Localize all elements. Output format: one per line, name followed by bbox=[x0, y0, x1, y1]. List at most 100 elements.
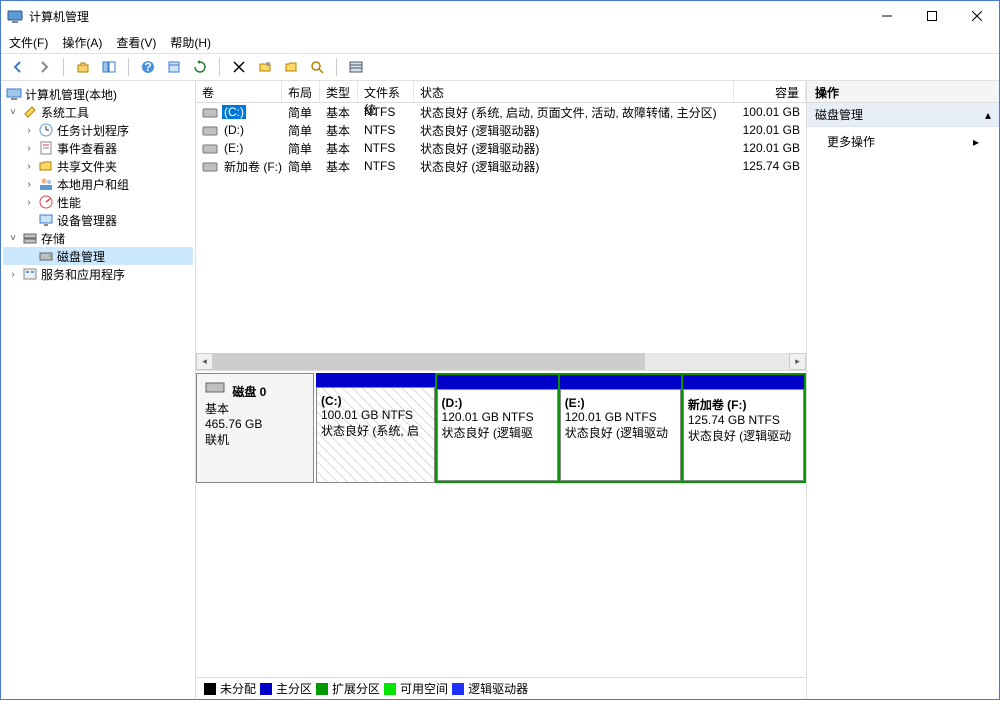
partition-d[interactable]: (D:) 120.01 GB NTFS 状态良好 (逻辑驱 bbox=[437, 375, 558, 481]
computer-management-window: 计算机管理 文件(F) 操作(A) 查看(V) 帮助(H) ? bbox=[0, 0, 1000, 700]
partition-header bbox=[560, 375, 681, 389]
device-icon bbox=[38, 212, 54, 228]
partition-header bbox=[316, 373, 435, 387]
refresh-button[interactable] bbox=[189, 56, 211, 78]
open-button[interactable] bbox=[280, 56, 302, 78]
tree-system-tools[interactable]: ˅ 系统工具 bbox=[3, 103, 193, 121]
legend-free: 可用空间 bbox=[400, 680, 448, 697]
settings-button[interactable] bbox=[254, 56, 276, 78]
collapse-icon[interactable]: ˅ bbox=[7, 107, 19, 118]
extended-partition-container: (D:) 120.01 GB NTFS 状态良好 (逻辑驱 (E:) bbox=[435, 373, 806, 483]
navigation-tree[interactable]: 计算机管理(本地) ˅ 系统工具 › 任务计划程序 › 事件查看器 › 共享文件… bbox=[1, 81, 196, 699]
disk-info[interactable]: 磁盘 0 基本 465.76 GB 联机 bbox=[196, 373, 314, 483]
expand-icon[interactable]: › bbox=[23, 143, 35, 154]
clock-icon bbox=[38, 122, 54, 138]
column-layout[interactable]: 布局 bbox=[282, 81, 320, 102]
tree-services-apps[interactable]: › 服务和应用程序 bbox=[3, 265, 193, 283]
partition-name: (C:) bbox=[321, 394, 430, 408]
expand-icon[interactable]: › bbox=[23, 197, 35, 208]
disk-row[interactable]: 磁盘 0 基本 465.76 GB 联机 (C:) 100.01 bbox=[196, 373, 806, 483]
list-view-button[interactable] bbox=[345, 56, 367, 78]
menu-file[interactable]: 文件(F) bbox=[9, 34, 48, 51]
disk-icon bbox=[38, 248, 54, 264]
tree-storage[interactable]: ˅ 存储 bbox=[3, 229, 193, 247]
up-button[interactable] bbox=[72, 56, 94, 78]
volume-row[interactable]: (D:)简单基本NTFS状态良好 (逻辑驱动器)120.01 GB bbox=[196, 121, 806, 139]
menu-help[interactable]: 帮助(H) bbox=[170, 34, 211, 51]
expand-icon[interactable]: › bbox=[23, 161, 35, 172]
delete-button[interactable] bbox=[228, 56, 250, 78]
find-button[interactable] bbox=[306, 56, 328, 78]
column-volume[interactable]: 卷 bbox=[196, 81, 282, 102]
disk-type: 基本 bbox=[205, 400, 305, 417]
main-pane: 卷 布局 类型 文件系统 状态 容量 (C:)简单基本NTFS状态良好 (系统,… bbox=[196, 81, 807, 699]
toolbar: ? bbox=[1, 53, 999, 81]
partition-body[interactable]: (D:) 120.01 GB NTFS 状态良好 (逻辑驱 bbox=[437, 389, 558, 481]
disk-partitions: (C:) 100.01 GB NTFS 状态良好 (系统, 启 (D:) bbox=[314, 373, 806, 483]
partition-body[interactable]: (E:) 120.01 GB NTFS 状态良好 (逻辑驱动 bbox=[560, 389, 681, 481]
actions-more[interactable]: 更多操作 ▸ bbox=[807, 127, 999, 156]
collapse-icon[interactable]: ˅ bbox=[7, 233, 19, 244]
tools-icon bbox=[22, 104, 38, 120]
partition-status: 状态良好 (逻辑驱动 bbox=[565, 424, 676, 441]
partition-header bbox=[683, 375, 804, 389]
partition-c[interactable]: (C:) 100.01 GB NTFS 状态良好 (系统, 启 bbox=[316, 373, 435, 483]
tree-shared-folders[interactable]: › 共享文件夹 bbox=[3, 157, 193, 175]
menu-action[interactable]: 操作(A) bbox=[62, 34, 102, 51]
column-capacity[interactable]: 容量 bbox=[734, 81, 806, 102]
volume-list-header[interactable]: 卷 布局 类型 文件系统 状态 容量 bbox=[196, 81, 806, 103]
partition-body[interactable]: 新加卷 (F:) 125.74 GB NTFS 状态良好 (逻辑驱动 bbox=[683, 389, 804, 481]
forward-button[interactable] bbox=[33, 56, 55, 78]
scroll-thumb[interactable] bbox=[213, 353, 645, 370]
volume-rows[interactable]: (C:)简单基本NTFS状态良好 (系统, 启动, 页面文件, 活动, 故障转储… bbox=[196, 103, 806, 353]
column-fs[interactable]: 文件系统 bbox=[358, 81, 414, 102]
legend-unallocated: 未分配 bbox=[220, 680, 256, 697]
tree-local-users[interactable]: › 本地用户和组 bbox=[3, 175, 193, 193]
column-type[interactable]: 类型 bbox=[320, 81, 358, 102]
tree-task-scheduler[interactable]: › 任务计划程序 bbox=[3, 121, 193, 139]
actions-section-disk-management[interactable]: 磁盘管理 ▴ bbox=[807, 103, 999, 127]
scroll-left-button[interactable]: ◂ bbox=[196, 353, 213, 370]
close-button[interactable] bbox=[954, 1, 999, 31]
collapse-icon: ▴ bbox=[985, 108, 991, 122]
tree-disk-management[interactable]: 磁盘管理 bbox=[3, 247, 193, 265]
show-hide-tree-button[interactable] bbox=[98, 56, 120, 78]
partition-name: (D:) bbox=[442, 396, 553, 410]
partition-size: 125.74 GB NTFS bbox=[688, 413, 799, 427]
menubar: 文件(F) 操作(A) 查看(V) 帮助(H) bbox=[1, 31, 999, 53]
tree-device-manager[interactable]: 设备管理器 bbox=[3, 211, 193, 229]
volume-row[interactable]: (E:)简单基本NTFS状态良好 (逻辑驱动器)120.01 GB bbox=[196, 139, 806, 157]
properties-button[interactable] bbox=[163, 56, 185, 78]
legend-logical: 逻辑驱动器 bbox=[468, 680, 528, 697]
users-icon bbox=[38, 176, 54, 192]
partition-body[interactable]: (C:) 100.01 GB NTFS 状态良好 (系统, 启 bbox=[316, 387, 435, 483]
partition-e[interactable]: (E:) 120.01 GB NTFS 状态良好 (逻辑驱动 bbox=[558, 375, 681, 481]
scroll-track[interactable] bbox=[213, 353, 789, 370]
partition-header bbox=[437, 375, 558, 389]
legend-free-swatch bbox=[384, 683, 396, 695]
volume-list: 卷 布局 类型 文件系统 状态 容量 (C:)简单基本NTFS状态良好 (系统,… bbox=[196, 81, 806, 371]
menu-view[interactable]: 查看(V) bbox=[116, 34, 156, 51]
horizontal-scrollbar[interactable]: ◂ ▸ bbox=[196, 353, 806, 370]
app-icon bbox=[7, 8, 23, 24]
tree-performance[interactable]: › 性能 bbox=[3, 193, 193, 211]
column-status[interactable]: 状态 bbox=[414, 81, 734, 102]
legend-unallocated-swatch bbox=[204, 683, 216, 695]
partition-f[interactable]: 新加卷 (F:) 125.74 GB NTFS 状态良好 (逻辑驱动 bbox=[681, 375, 804, 481]
expand-icon[interactable]: › bbox=[23, 179, 35, 190]
scroll-right-button[interactable]: ▸ bbox=[789, 353, 806, 370]
expand-icon[interactable]: › bbox=[23, 125, 35, 136]
volume-row[interactable]: 新加卷 (F:)简单基本NTFS状态良好 (逻辑驱动器)125.74 GB bbox=[196, 157, 806, 175]
tree-root[interactable]: 计算机管理(本地) bbox=[3, 85, 193, 103]
partition-status: 状态良好 (逻辑驱 bbox=[442, 424, 553, 441]
partition-name: (E:) bbox=[565, 396, 676, 410]
minimize-button[interactable] bbox=[864, 1, 909, 31]
volume-row[interactable]: (C:)简单基本NTFS状态良好 (系统, 启动, 页面文件, 活动, 故障转储… bbox=[196, 103, 806, 121]
legend-extended-swatch bbox=[316, 683, 328, 695]
maximize-button[interactable] bbox=[909, 1, 954, 31]
back-button[interactable] bbox=[7, 56, 29, 78]
services-icon bbox=[22, 266, 38, 282]
tree-event-viewer[interactable]: › 事件查看器 bbox=[3, 139, 193, 157]
expand-icon[interactable]: › bbox=[7, 269, 19, 280]
help-button[interactable]: ? bbox=[137, 56, 159, 78]
